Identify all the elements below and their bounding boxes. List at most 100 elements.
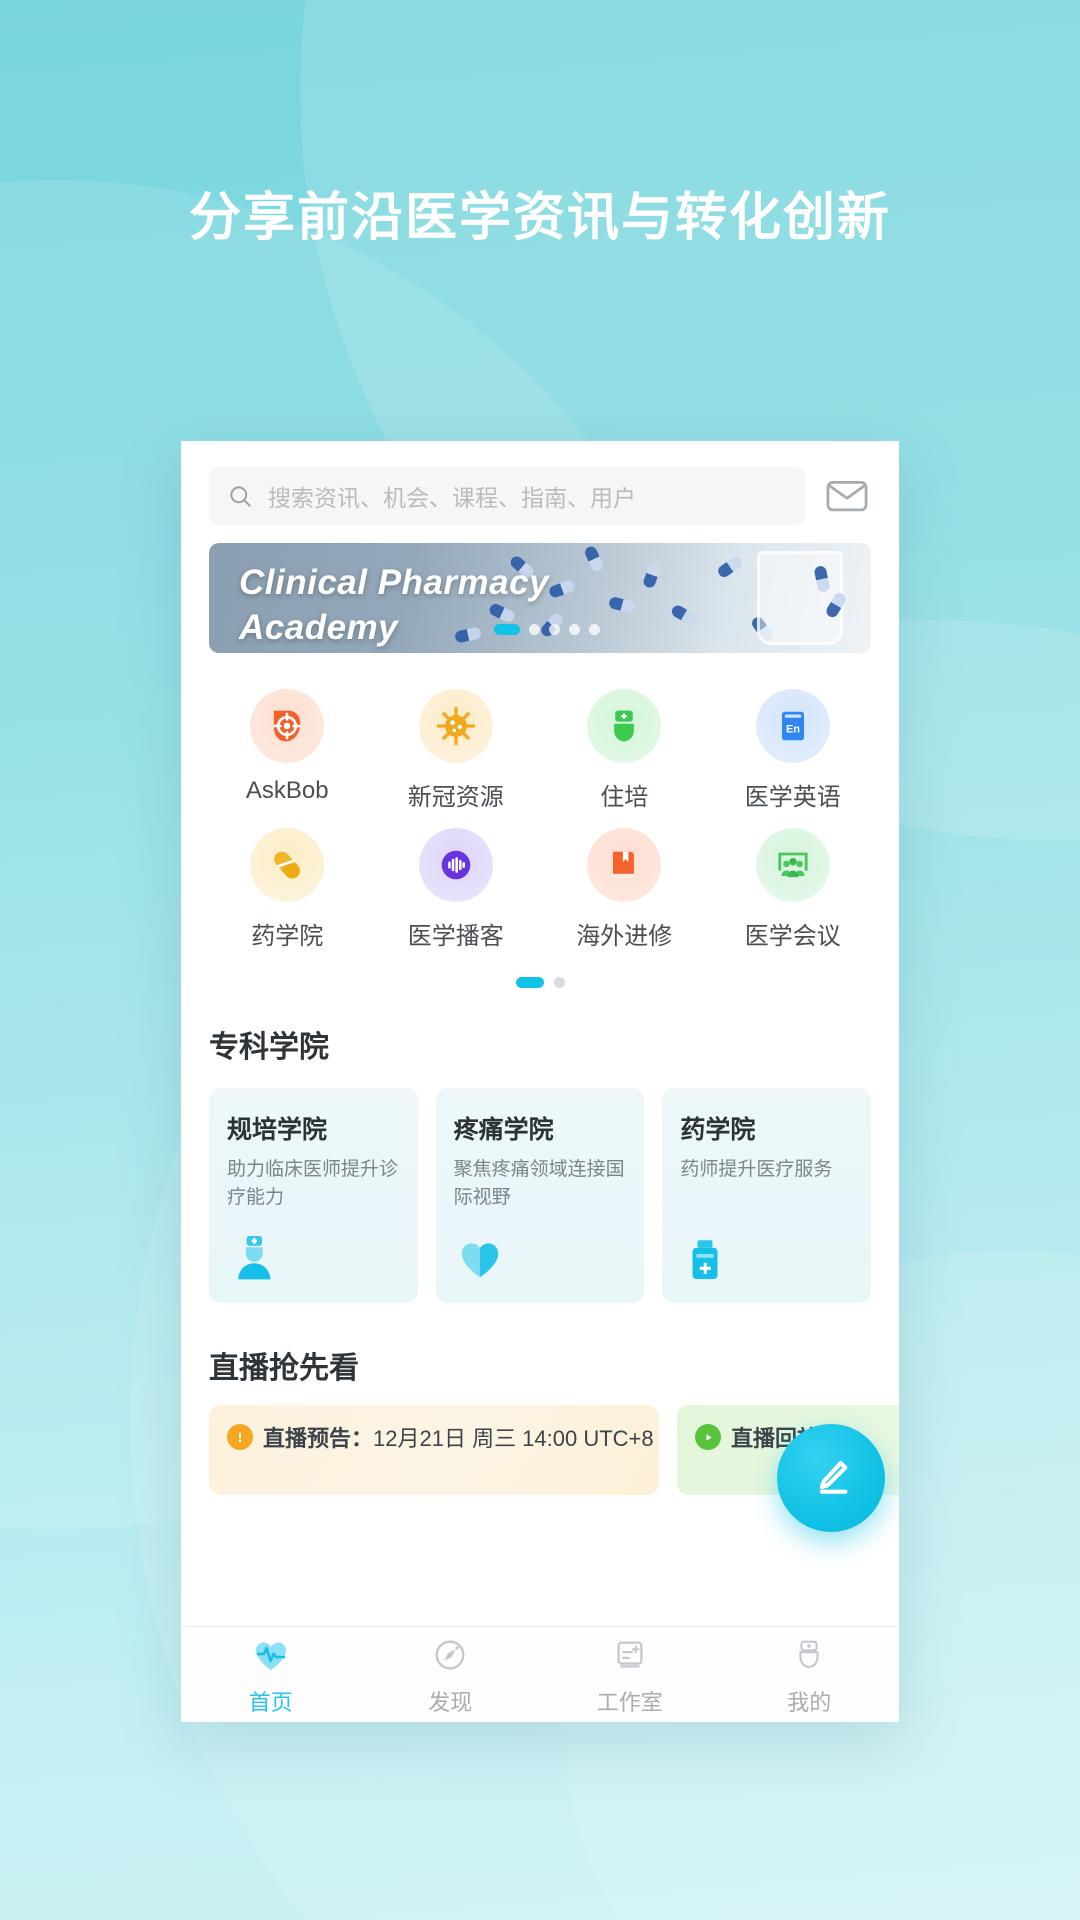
nurse-icon-wrap	[587, 689, 662, 763]
medicine-bottle-icon	[692, 1240, 718, 1279]
tab-discover[interactable]: 发现	[361, 1632, 541, 1717]
college-card-desc: 助力临床医师提升诊疗能力	[227, 1159, 399, 1208]
college-card[interactable]: 药学院 药师提升医疗服务	[662, 1088, 872, 1303]
college-card[interactable]: 疼痛学院 聚焦疼痛领域连接国际视野	[435, 1088, 645, 1303]
college-card-title: 疼痛学院	[453, 1116, 554, 1144]
quick-grid-row-1: AskBob 新冠资源 住培 En 医学英语	[203, 677, 877, 816]
banner-dot[interactable]	[529, 624, 540, 635]
quick-item-covid[interactable]: 新冠资源	[372, 677, 541, 816]
podcast-icon-wrap	[418, 828, 493, 902]
banner-dot[interactable]	[589, 624, 600, 635]
book-en-icon: En	[781, 711, 804, 741]
live-card-detail: 12月21日 周三 14:00 UTC+8	[373, 1426, 654, 1451]
heart-icon-wrap	[454, 1227, 627, 1285]
search-placeholder-text: 搜索资讯、机会、课程、指南、用户	[268, 485, 636, 511]
quick-item-overseas[interactable]: 海外进修	[540, 816, 709, 955]
search-icon	[230, 485, 251, 507]
target-icon-wrap	[250, 689, 325, 763]
college-card-title: 药学院	[680, 1116, 756, 1144]
mail-icon	[826, 481, 868, 512]
quick-item-label: AskBob	[245, 777, 329, 804]
tab-profile[interactable]: 我的	[720, 1632, 900, 1717]
quick-item-label: 医学英语	[744, 784, 841, 811]
meeting-icon-wrap	[755, 828, 830, 902]
quick-access-grid: AskBob 新冠资源 住培 En 医学英语 药学院 医学播客 海外进修 医学会…	[181, 653, 899, 988]
bottom-tabbar: 首页 发现 工作室 我的	[181, 1626, 899, 1722]
college-card-list: 规培学院 助力临床医师提升诊疗能力 疼痛学院 聚焦疼痛领域连接国际视野 药学院 …	[181, 1066, 899, 1303]
target-icon	[273, 710, 301, 742]
college-card-desc: 聚焦疼痛领域连接国际视野	[453, 1159, 625, 1208]
quick-grid-pagination[interactable]	[203, 977, 877, 988]
live-card-upcoming[interactable]: 直播预告：12月21日 周三 14:00 UTC+8	[209, 1405, 659, 1495]
heart-icon	[461, 1243, 498, 1278]
doctor-icon	[238, 1236, 271, 1280]
promo-banner[interactable]: Clinical Pharmacy Academy	[209, 543, 871, 653]
capsule-icon	[274, 851, 301, 879]
quick-item-label: 新冠资源	[407, 784, 504, 811]
search-row: 搜索资讯、机会、课程、指南、用户	[181, 441, 899, 535]
banner-title: Clinical Pharmacy Academy	[239, 561, 549, 651]
doctor-icon-wrap	[227, 1227, 400, 1285]
quick-item-label: 住培	[600, 784, 649, 811]
live-card-header: 直播预告：12月21日 周三 14:00 UTC+8	[227, 1421, 654, 1453]
banner-dot[interactable]	[549, 624, 560, 635]
quick-item-label: 药学院	[251, 923, 324, 950]
tab-label: 我的	[787, 1690, 832, 1715]
tab-workspace[interactable]: 工作室	[540, 1632, 720, 1717]
tab-label: 发现	[428, 1690, 473, 1715]
banner-pagination[interactable]	[494, 624, 600, 635]
nurse-icon	[614, 710, 635, 742]
heart-pulse-icon-wrap	[251, 1632, 291, 1678]
grid-dot-active[interactable]	[515, 977, 544, 988]
tab-label: 工作室	[596, 1690, 663, 1715]
section-title-live: 直播抢先看	[209, 1352, 359, 1385]
college-card[interactable]: 规培学院 助力临床医师提升诊疗能力	[209, 1088, 418, 1303]
grid-dot[interactable]	[553, 977, 565, 988]
compose-pencil-icon	[819, 1460, 848, 1494]
bookmark-icon-wrap	[587, 828, 662, 902]
book-en-icon-wrap: En	[755, 689, 830, 763]
tab-home[interactable]: 首页	[181, 1632, 361, 1717]
quick-item-label: 医学播客	[407, 923, 504, 950]
quick-item-podcast[interactable]: 医学播客	[372, 816, 541, 955]
quick-item-residency[interactable]: 住培	[540, 677, 709, 816]
live-card-label: 直播预告：	[263, 1426, 374, 1451]
compass-icon	[435, 1640, 465, 1670]
college-card-title: 规培学院	[227, 1116, 328, 1144]
quick-item-askbob[interactable]: AskBob	[203, 677, 372, 816]
capsule-icon-wrap	[250, 828, 325, 902]
promo-headline: 分享前沿医学资讯与转化创新	[188, 189, 891, 247]
alert-icon	[238, 1432, 242, 1443]
quick-grid-row-2: 药学院 医学播客 海外进修 医学会议	[203, 816, 877, 955]
quick-item-medical-english[interactable]: En 医学英语	[709, 677, 878, 816]
mail-button[interactable]	[823, 472, 871, 520]
quick-item-label: 医学会议	[744, 923, 841, 950]
virus-icon-wrap	[418, 689, 493, 763]
compass-icon-wrap	[431, 1632, 469, 1678]
banner-dot-active[interactable]	[494, 624, 520, 635]
heart-pulse-icon	[255, 1642, 286, 1670]
banner-dot[interactable]	[569, 624, 580, 635]
tab-label: 首页	[248, 1690, 293, 1715]
meeting-icon	[778, 852, 808, 878]
live-upcoming-badge-icon	[227, 1424, 253, 1450]
live-card-text: 直播预告：12月21日 周三 14:00 UTC+8	[263, 1421, 654, 1453]
svg-text:En: En	[786, 724, 800, 736]
profile-cap-icon	[799, 1640, 819, 1668]
banner-title-line1: Clinical Pharmacy	[239, 563, 550, 602]
virus-icon	[436, 706, 475, 746]
quick-item-pharmacy-college[interactable]: 药学院	[203, 816, 372, 955]
workspace-icon	[617, 1641, 643, 1668]
search-input[interactable]: 搜索资讯、机会、课程、指南、用户	[209, 467, 805, 525]
bookmark-icon	[613, 851, 635, 879]
profile-cap-icon-wrap	[790, 1632, 828, 1678]
workspace-icon-wrap	[611, 1632, 649, 1678]
college-card-desc: 药师提升医疗服务	[680, 1159, 833, 1180]
compose-fab-button[interactable]	[777, 1424, 885, 1532]
medicine-bottle-icon-wrap	[680, 1227, 853, 1285]
phone-mockup: 搜索资讯、机会、课程、指南、用户 Clinical Pharmacy Acade…	[181, 441, 899, 1722]
play-icon	[705, 1433, 712, 1441]
quick-item-conference[interactable]: 医学会议	[709, 816, 878, 955]
live-replay-badge-icon	[695, 1424, 721, 1450]
quick-item-label: 海外进修	[576, 923, 673, 950]
